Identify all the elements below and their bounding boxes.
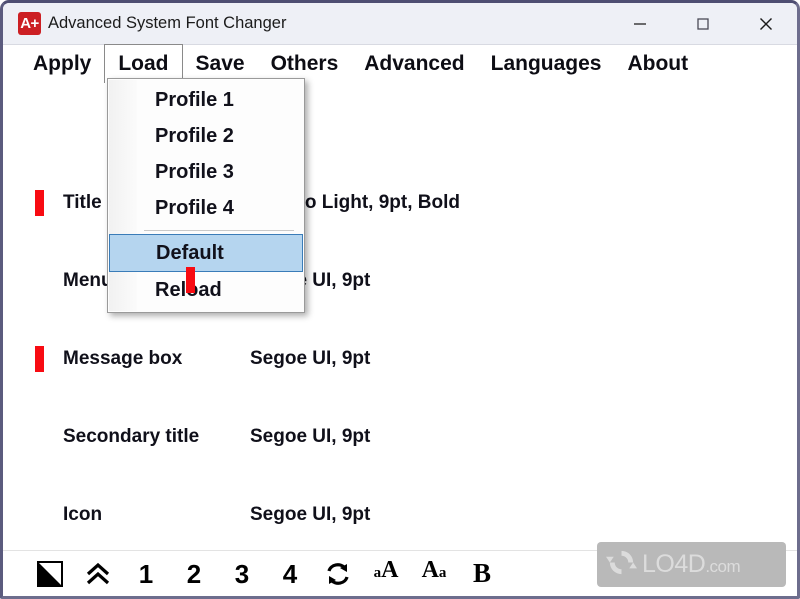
menu-item-languages[interactable]: Languages — [478, 45, 615, 83]
font-setting-row[interactable]: Message box Segoe UI, 9pt — [3, 344, 797, 374]
font-setting-value[interactable]: Segoe UI, 9pt — [250, 504, 370, 526]
dropdown-item-profile-3[interactable]: Profile 3 — [108, 154, 304, 190]
contrast-square-icon[interactable] — [35, 558, 65, 590]
font-setting-value[interactable]: Segoe UI, 9pt — [250, 426, 370, 448]
refresh-icon[interactable] — [323, 558, 353, 590]
application-window: A+ Advanced System Font Changer Apply Lo… — [0, 0, 800, 599]
small-a-glyph: a — [438, 564, 447, 581]
title-bar: A+ Advanced System Font Changer — [3, 3, 797, 45]
font-setting-value[interactable]: Segoe UI, 9pt — [250, 348, 370, 370]
increase-font-size-icon[interactable]: aA — [371, 558, 401, 590]
font-setting-label: Menu — [63, 270, 113, 291]
lo4d-logo-icon — [606, 547, 637, 583]
minimize-button[interactable] — [608, 3, 671, 45]
profile-2-button[interactable]: 2 — [179, 558, 209, 590]
menu-item-advanced[interactable]: Advanced — [351, 45, 477, 83]
menu-item-about[interactable]: About — [614, 45, 701, 83]
dropdown-item-profile-4[interactable]: Profile 4 — [108, 190, 304, 226]
window-controls — [608, 3, 797, 45]
font-setting-label: Icon — [63, 504, 103, 525]
font-setting-row[interactable]: Icon Segoe UI, 9pt — [3, 500, 797, 530]
lo4d-watermark: LO4D.com — [597, 542, 786, 587]
modified-marker-icon — [35, 190, 44, 216]
dropdown-separator — [144, 230, 294, 231]
window-title: Advanced System Font Changer — [48, 14, 287, 32]
dropdown-item-default[interactable]: Default — [109, 234, 303, 272]
small-a-glyph: a — [373, 564, 382, 581]
watermark-main: LO4D — [642, 550, 706, 578]
dropdown-item-reload[interactable]: Reload — [108, 272, 304, 308]
large-a-glyph: A — [381, 556, 399, 583]
large-a-glyph: A — [421, 556, 439, 583]
dropdown-item-profile-1[interactable]: Profile 1 — [108, 82, 304, 118]
menu-item-apply[interactable]: Apply — [20, 45, 104, 83]
profile-4-button[interactable]: 4 — [275, 558, 305, 590]
lo4d-watermark-text: LO4D.com — [642, 550, 741, 578]
dropdown-item-profile-2[interactable]: Profile 2 — [108, 118, 304, 154]
modified-marker-icon — [35, 346, 44, 372]
close-icon — [758, 16, 774, 32]
maximize-button[interactable] — [671, 3, 734, 45]
watermark-suffix: .com — [705, 557, 741, 576]
profile-3-button[interactable]: 3 — [227, 558, 257, 590]
minimize-icon — [633, 17, 647, 31]
font-setting-label: Secondary title — [63, 426, 200, 447]
profile-1-button[interactable]: 1 — [131, 558, 161, 590]
close-button[interactable] — [734, 3, 797, 45]
app-icon: A+ — [18, 12, 41, 35]
decrease-font-size-icon[interactable]: Aa — [419, 558, 449, 590]
font-setting-row[interactable]: Secondary title Segoe UI, 9pt — [3, 422, 797, 452]
font-setting-label: Message box — [63, 348, 183, 369]
double-chevron-up-icon[interactable] — [83, 558, 113, 590]
bold-toggle-button[interactable]: B — [467, 558, 497, 590]
load-dropdown-menu: Profile 1 Profile 2 Profile 3 Profile 4 Defa… — [107, 78, 305, 313]
maximize-icon — [696, 17, 710, 31]
modified-marker-icon — [186, 267, 195, 293]
